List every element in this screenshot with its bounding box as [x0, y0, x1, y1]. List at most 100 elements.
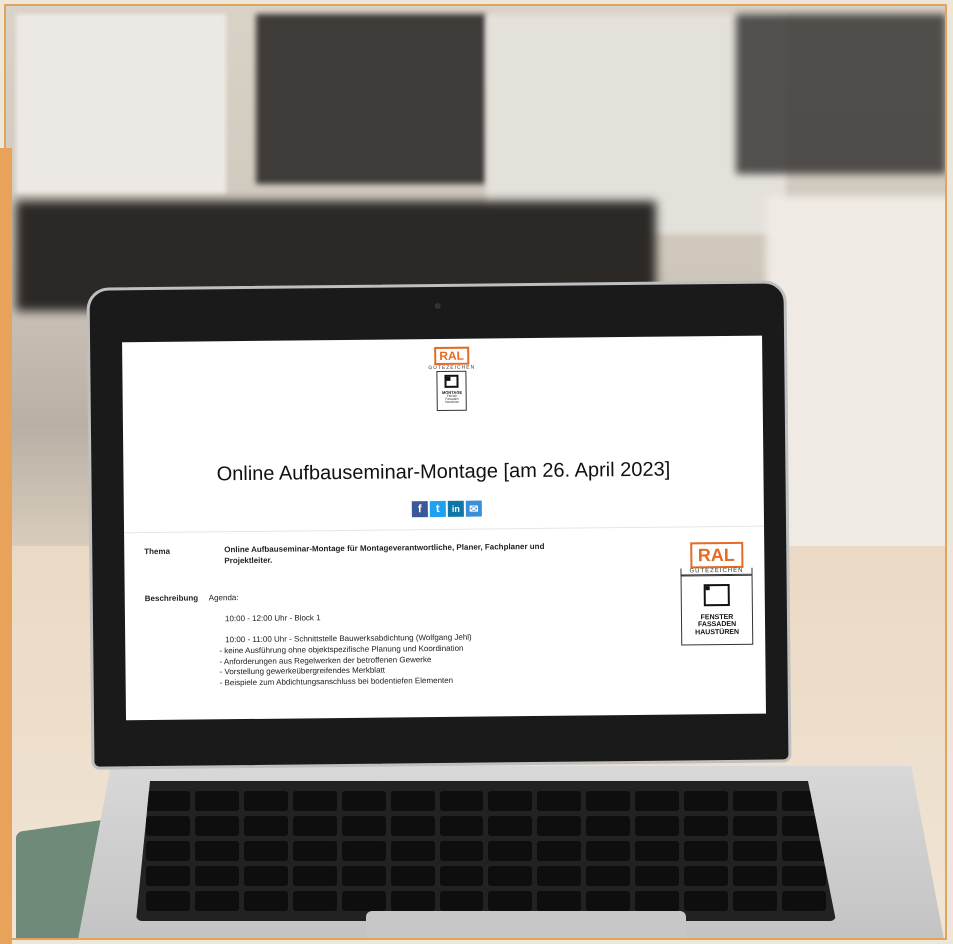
keyboard-key	[146, 891, 190, 911]
background-doorway	[736, 14, 945, 174]
keyboard-key	[586, 791, 631, 811]
emblem-line-4: Haustüren	[445, 400, 460, 405]
orange-side-strip	[0, 148, 12, 944]
agenda-intro: Agenda:	[208, 593, 239, 603]
keyboard-key	[733, 791, 778, 811]
keyboard-key	[194, 816, 239, 836]
keyboard-key	[635, 791, 680, 811]
keyboard-key	[586, 891, 631, 911]
keyboard-key	[243, 791, 288, 811]
keyboard-key	[439, 816, 484, 836]
keyboard-key	[439, 866, 484, 886]
keyboard-key	[341, 866, 386, 886]
keyboard-key	[733, 866, 778, 886]
keyboard-key	[390, 841, 435, 861]
agenda-item: - Beispiele zum Abdichtungsanschluss bei…	[219, 676, 454, 688]
keyboard-key	[635, 816, 680, 836]
keyboard-key	[537, 791, 582, 811]
share-buttons: f t in ✉	[411, 500, 482, 518]
content-divider	[124, 525, 765, 534]
keyboard-key	[292, 866, 337, 886]
montage-emblem: MONTAGE Fenster Fassaden Haustüren	[436, 370, 468, 412]
keyboard-key	[684, 866, 729, 886]
keyboard-key	[341, 841, 386, 861]
keyboard-key	[243, 816, 288, 836]
ral-fenster-logo: RAL GÜTEZEICHEN FENSTER FASSADEN HAUSTÜR…	[680, 541, 754, 646]
keyboard-key	[733, 816, 778, 836]
background-chair	[766, 196, 945, 556]
keyboard-key	[488, 791, 533, 811]
laptop-keyboard	[136, 781, 836, 921]
keyboard-key	[586, 841, 631, 861]
page-title: Online Aufbauseminar-Montage [am 26. Apr…	[216, 458, 671, 486]
linkedin-share-button[interactable]: in	[447, 500, 464, 517]
keyboard-key	[782, 891, 826, 911]
photo: RAL GÜTEZEICHEN MONTAGE Fenster Fassaden…	[4, 4, 947, 940]
window-frame-icon	[703, 583, 730, 607]
facebook-share-button[interactable]: f	[411, 501, 428, 518]
ral-wordmark: RAL	[434, 346, 470, 366]
keyboard-key	[341, 816, 386, 836]
keyboard-key	[194, 841, 239, 861]
keyboard-key	[635, 866, 680, 886]
keyboard-key	[292, 791, 337, 811]
keyboard-key	[684, 891, 729, 911]
keyboard-key	[243, 866, 288, 886]
background-window	[16, 14, 226, 194]
keyboard-key	[733, 891, 778, 911]
keyboard-key	[194, 791, 239, 811]
keyboard-key	[586, 816, 631, 836]
keyboard-key	[439, 891, 484, 911]
beschreibung-label: Beschreibung	[144, 593, 199, 604]
window-frame-icon	[444, 374, 459, 388]
keyboard-key	[733, 841, 778, 861]
background-wall-dark	[256, 14, 486, 184]
emblem-line-3: HAUSTÜREN	[695, 628, 740, 637]
keyboard-key	[684, 791, 729, 811]
keyboard-key	[782, 841, 826, 861]
keyboard-key	[635, 891, 680, 911]
keyboard-key	[146, 791, 190, 811]
keyboard-key	[194, 891, 239, 911]
thema-label: Thema	[144, 546, 171, 557]
keyboard-key	[537, 866, 582, 886]
webcam	[434, 302, 441, 310]
keyboard-key	[488, 866, 533, 886]
keyboard-key	[439, 841, 484, 861]
keyboard-key	[341, 891, 386, 911]
fenster-emblem: FENSTER FASSADEN HAUSTÜREN	[680, 574, 754, 646]
keyboard-key	[292, 816, 337, 836]
keyboard-key	[439, 791, 484, 811]
keyboard-key	[684, 841, 729, 861]
agenda-block: 10:00 - 12:00 Uhr - Block 1	[224, 613, 321, 624]
keyboard-key	[243, 841, 288, 861]
keyboard-key	[488, 891, 533, 911]
keyboard-key	[292, 841, 337, 861]
keyboard-key	[586, 866, 631, 886]
laptop-trackpad	[366, 911, 686, 938]
keyboard-key	[390, 791, 435, 811]
keyboard-key	[243, 891, 288, 911]
keyboard-key	[194, 866, 239, 886]
keyboard-key	[537, 816, 582, 836]
thema-text: Online Aufbauseminar-Montage für Montage…	[224, 541, 545, 566]
keyboard-key	[341, 791, 386, 811]
keyboard-key	[292, 891, 337, 911]
keyboard-key	[488, 816, 533, 836]
ral-wordmark: RAL	[689, 541, 743, 569]
laptop-screen: RAL GÜTEZEICHEN MONTAGE Fenster Fassaden…	[122, 335, 766, 721]
keyboard-key	[537, 891, 582, 911]
keyboard-key	[488, 841, 533, 861]
agenda-list: 10:00 - 11:00 Uhr - Schnittstelle Bauwer…	[219, 633, 472, 690]
keyboard-key	[782, 866, 826, 886]
twitter-share-button[interactable]: t	[429, 500, 446, 518]
email-share-button[interactable]: ✉	[465, 500, 482, 517]
ral-montage-logo: RAL GÜTEZEICHEN MONTAGE Fenster Fassaden…	[428, 346, 476, 412]
keyboard-key	[537, 841, 582, 861]
keyboard-key	[146, 866, 190, 886]
keyboard-key	[684, 816, 729, 836]
keyboard-key	[146, 816, 190, 836]
keyboard-key	[390, 866, 435, 886]
keyboard-key	[390, 891, 435, 911]
keyboard-key	[635, 841, 680, 861]
